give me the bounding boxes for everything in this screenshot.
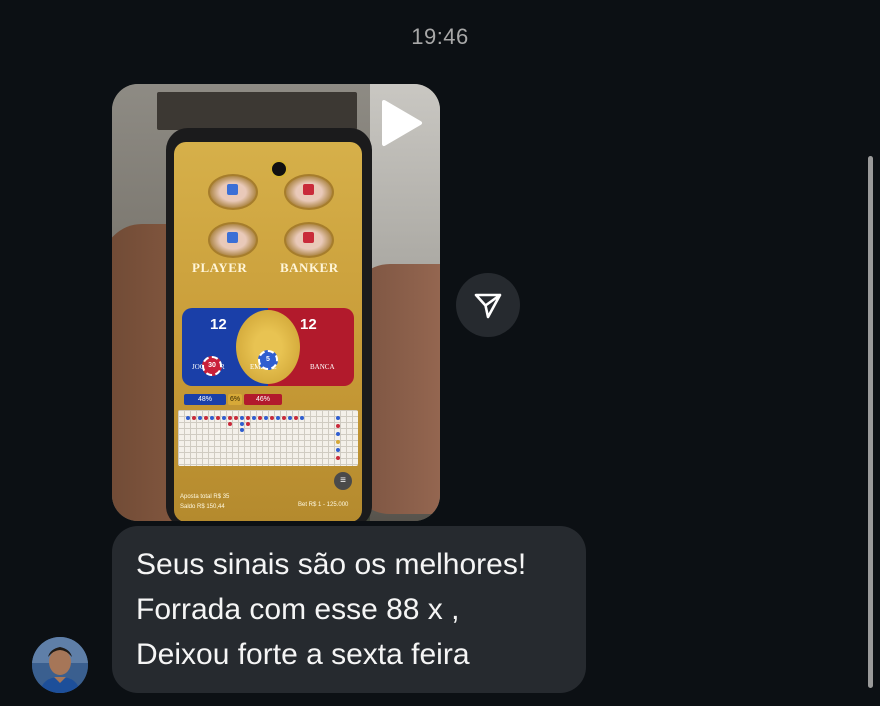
road-dot [336, 448, 340, 452]
camera-icon [270, 160, 288, 178]
road-dot [228, 422, 232, 426]
road-dot [246, 422, 250, 426]
avatar-image [32, 637, 88, 693]
road-dot [228, 416, 232, 420]
player-score: 12 [210, 316, 227, 333]
road-dot [234, 416, 238, 420]
road-dot [282, 416, 286, 420]
road-dot [300, 416, 304, 420]
banker-dice-slot-1 [284, 174, 334, 210]
road-dot [258, 416, 262, 420]
total-bet: Aposta total R$ 35 [180, 494, 230, 500]
chip-player: 30 [202, 356, 222, 376]
banker-sub-label: BANCA [310, 363, 335, 371]
balance: Saldo R$ 150,44 [180, 504, 225, 510]
tie-area [236, 310, 300, 384]
dice-icon [303, 232, 314, 243]
road-dot [216, 416, 220, 420]
tie-percent: 6% [228, 394, 242, 405]
message-timestamp: 19:46 [411, 24, 469, 49]
dice-icon [227, 184, 238, 195]
banker-percent: 46% [244, 394, 282, 405]
bet-range: Bet R$ 1 - 125.000 [298, 502, 349, 508]
dice-icon [303, 184, 314, 195]
paper-plane-icon [474, 293, 502, 319]
phone-screen: PLAYER BANKER 12 12 JOGADOR EMPATE BANCA… [174, 142, 362, 521]
message-line-2: Forrada com esse 88 x , [136, 593, 460, 626]
road-dot [198, 416, 202, 420]
player-label: PLAYER [192, 260, 248, 275]
banker-score: 12 [300, 316, 317, 333]
road-dot [336, 456, 340, 460]
scrollbar[interactable] [868, 156, 873, 688]
road-dot [210, 416, 214, 420]
video-message[interactable]: PLAYER BANKER 12 12 JOGADOR EMPATE BANCA… [112, 84, 440, 521]
player-dice-slot-1 [208, 174, 258, 210]
chip-tie: 5 [258, 350, 278, 370]
road-dot [222, 416, 226, 420]
road-dot [294, 416, 298, 420]
player-dice-slot-2 [208, 222, 258, 258]
road-dot [252, 416, 256, 420]
hamburger-icon: ≡ [334, 472, 352, 490]
road-dot [240, 422, 244, 426]
play-icon[interactable] [380, 98, 424, 148]
road-dot [240, 416, 244, 420]
road-dot [288, 416, 292, 420]
road-dot [270, 416, 274, 420]
score-panel: 12 12 JOGADOR EMPATE BANCA 30 5 [182, 308, 354, 386]
dice-icon [227, 232, 238, 243]
phone-device: PLAYER BANKER 12 12 JOGADOR EMPATE BANCA… [166, 128, 372, 521]
video-shelf [157, 92, 357, 130]
road-dot [240, 428, 244, 432]
road-dot [276, 416, 280, 420]
road-dot [186, 416, 190, 420]
road-dot [336, 440, 340, 444]
road-dot [264, 416, 268, 420]
road-dot [204, 416, 208, 420]
road-dot [336, 416, 340, 420]
road-dot [192, 416, 196, 420]
road-dot [246, 416, 250, 420]
text-message-bubble[interactable]: Seus sinais são os melhores! Forrada com… [112, 526, 586, 693]
road-dot [336, 432, 340, 436]
message-line-1: Seus sinais são os melhores! [136, 548, 527, 581]
road-dot [336, 424, 340, 428]
message-line-3: Deixou forte a sexta feira [136, 638, 470, 671]
roadmap-board [178, 410, 358, 466]
share-button[interactable] [456, 273, 520, 337]
avatar[interactable] [32, 637, 88, 693]
banker-label: BANKER [280, 260, 339, 275]
banker-dice-slot-2 [284, 222, 334, 258]
player-percent: 48% [184, 394, 226, 405]
chat-thread: 19:46 PLAYER BANKER 12 12 BANCA 30 5 48%… [0, 0, 880, 706]
